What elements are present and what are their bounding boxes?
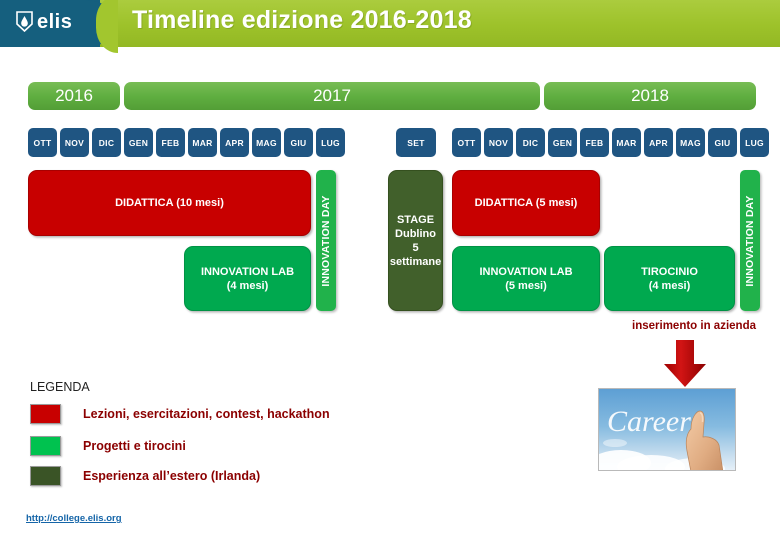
- year-bar-2018: 2018: [544, 82, 756, 110]
- month-chip-nov-2017b: NOV: [484, 128, 513, 157]
- month-chip-apr-2018: APR: [644, 128, 673, 157]
- month-chip-ott-2017b: OTT: [452, 128, 481, 157]
- month-chip-mar-2018: MAR: [612, 128, 641, 157]
- month-chip-feb-2018: FEB: [580, 128, 609, 157]
- legend-swatch-green: [30, 436, 61, 456]
- block-stage-dublino-line2: Dublino: [395, 227, 436, 240]
- month-chip-lug-2017: LUG: [316, 128, 345, 157]
- block-innovation-day-first[interactable]: INNOVATION DAY: [316, 170, 336, 311]
- year-bar-2016: 2016: [28, 82, 120, 110]
- month-chip-nov-2016: NOV: [60, 128, 89, 157]
- legend-swatch-olive: [30, 466, 61, 486]
- slide-root: elis Timeline edizione 2016-2018 2016 20…: [0, 0, 780, 540]
- month-chip-set-2017: SET: [396, 128, 436, 157]
- block-stage-dublino-line4: settimane: [389, 255, 442, 268]
- block-innovation-lab-4-line2: (4 mesi): [226, 279, 269, 292]
- month-chip-dic-2016: DIC: [92, 128, 121, 157]
- block-stage-dublino[interactable]: STAGE Dublino 5 settimane: [388, 170, 443, 311]
- legend-title: LEGENDA: [30, 380, 90, 394]
- year-label-2016: 2016: [55, 86, 93, 105]
- legend-label-estero: Esperienza all’estero (Irlanda): [83, 469, 261, 483]
- month-chip-feb-2017: FEB: [156, 128, 185, 157]
- block-tirocinio-4-mesi[interactable]: TIROCINIO (4 mesi): [604, 246, 735, 311]
- month-chip-mar-2017: MAR: [188, 128, 217, 157]
- block-innovation-lab-5-line1: INNOVATION LAB: [479, 265, 573, 278]
- legend-item-estero: Esperienza all’estero (Irlanda): [30, 466, 260, 486]
- insertion-note: inserimento in azienda: [632, 320, 756, 332]
- month-chip-mag-2017: MAG: [252, 128, 281, 157]
- block-innovation-lab-4-mesi[interactable]: INNOVATION LAB (4 mesi): [184, 246, 311, 311]
- month-chip-giu-2017: GIU: [284, 128, 313, 157]
- brand-logo: elis: [16, 11, 72, 32]
- legend-label-progetti: Progetti e tirocini: [83, 439, 186, 453]
- month-chip-apr-2017: APR: [220, 128, 249, 157]
- year-label-2017: 2017: [313, 86, 351, 105]
- block-stage-dublino-line1: STAGE: [396, 213, 435, 226]
- block-tirocinio-4-line1: TIROCINIO: [641, 265, 698, 278]
- down-arrow: [663, 340, 707, 388]
- header-bar: elis Timeline edizione 2016-2018: [0, 0, 780, 53]
- elis-diamond-logo-icon: [16, 11, 33, 32]
- month-chip-lug-2018: LUG: [740, 128, 769, 157]
- month-chip-mag-2018: MAG: [676, 128, 705, 157]
- legend-label-lezioni: Lezioni, esercitazioni, contest, hackath…: [83, 407, 330, 421]
- career-image: Career: [598, 388, 736, 471]
- block-innovation-day-second-label: INNOVATION DAY: [744, 194, 756, 287]
- block-stage-dublino-line3: 5: [412, 241, 419, 254]
- block-didattica-10-mesi-label: DIDATTICA (10 mesi): [115, 197, 224, 209]
- month-chip-gen-2018: GEN: [548, 128, 577, 157]
- month-chip-gen-2017: GEN: [124, 128, 153, 157]
- svg-text:Career: Career: [607, 405, 691, 438]
- legend-swatch-red: [30, 404, 61, 424]
- month-chip-giu-2018: GIU: [708, 128, 737, 157]
- block-didattica-10-mesi[interactable]: DIDATTICA (10 mesi): [28, 170, 311, 236]
- year-label-2018: 2018: [631, 86, 669, 105]
- career-sky-hand-image-icon: Career: [599, 389, 735, 470]
- block-tirocinio-4-line2: (4 mesi): [648, 279, 691, 292]
- month-chip-dic-2017b: DIC: [516, 128, 545, 157]
- page-title: Timeline edizione 2016-2018: [132, 6, 472, 34]
- block-innovation-lab-5-mesi[interactable]: INNOVATION LAB (5 mesi): [452, 246, 600, 311]
- block-innovation-day-second[interactable]: INNOVATION DAY: [740, 170, 760, 311]
- block-innovation-lab-5-line2: (5 mesi): [505, 279, 547, 292]
- brand-logo-text: elis: [37, 10, 73, 33]
- year-bar-2017: 2017: [124, 82, 540, 110]
- block-didattica-5-mesi[interactable]: DIDATTICA (5 mesi): [452, 170, 600, 236]
- down-arrow-icon: [664, 340, 706, 387]
- block-innovation-lab-4-line1: INNOVATION LAB: [200, 265, 295, 278]
- legend-item-progetti: Progetti e tirocini: [30, 436, 186, 456]
- legend-item-lezioni: Lezioni, esercitazioni, contest, hackath…: [30, 404, 330, 424]
- college-site-link[interactable]: http://college.elis.org: [26, 513, 122, 524]
- block-innovation-day-first-label: INNOVATION DAY: [320, 194, 332, 287]
- month-chip-ott-2016: OTT: [28, 128, 57, 157]
- block-didattica-5-mesi-label: DIDATTICA (5 mesi): [474, 197, 578, 209]
